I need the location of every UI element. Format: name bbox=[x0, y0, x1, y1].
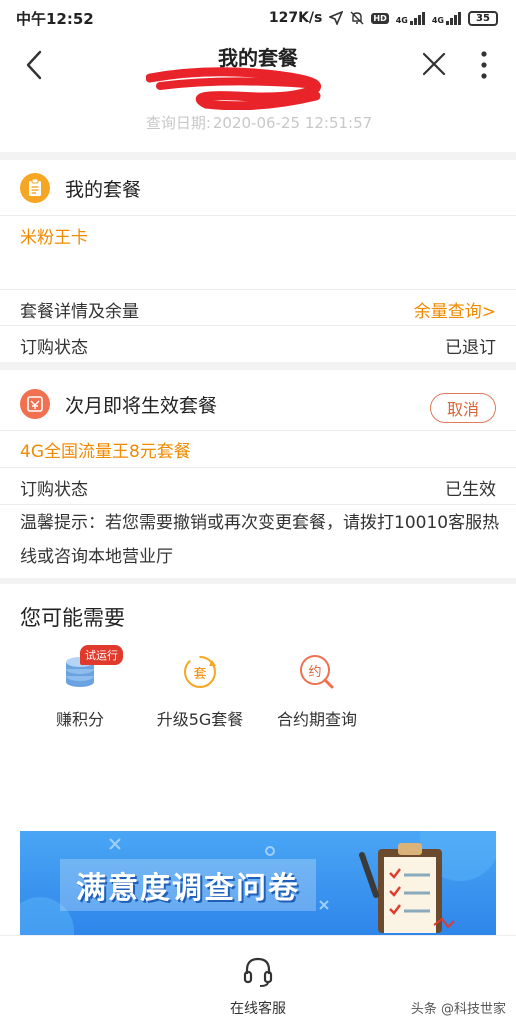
current-plan-name: 米粉王卡 bbox=[20, 228, 88, 248]
cancel-button[interactable]: 取消 bbox=[430, 393, 496, 423]
current-plan-title: 我的套餐 bbox=[65, 178, 142, 201]
signal-1: 4G bbox=[396, 11, 425, 25]
network-type-2: 4G bbox=[431, 16, 444, 25]
status-bar: 中午12:52 127K/s HD 4G 4G 35 bbox=[0, 0, 516, 36]
online-service-button[interactable]: 在线客服 bbox=[208, 956, 308, 1018]
divider bbox=[0, 430, 516, 431]
plan-details-row: 套餐详情及余量 余量查询> bbox=[20, 297, 496, 322]
divider bbox=[0, 325, 516, 326]
hd-icon: HD bbox=[371, 12, 389, 24]
page-header: 我的套餐 查询日期: 2020-06-25 12:51:57 bbox=[0, 36, 516, 152]
signal-2: 4G bbox=[432, 11, 461, 25]
status-time: 中午12:52 bbox=[16, 9, 94, 28]
upgrade-plan-icon: 套 bbox=[180, 652, 220, 692]
divider bbox=[0, 504, 516, 505]
upgrade-plan-glyph: 套 bbox=[193, 667, 207, 682]
warm-tip: 温馨提示：若您需要撤销或再次变更套餐，请拨打10010客服热线或咨询本地营业厅 bbox=[20, 513, 500, 567]
location-icon bbox=[329, 11, 344, 25]
balance-query-link[interactable]: 余量查询> bbox=[414, 297, 496, 322]
current-status-row: 订购状态 已退订 bbox=[20, 333, 496, 358]
current-status-label: 订购状态 bbox=[20, 338, 88, 358]
earn-points-label: 赚积分 bbox=[55, 710, 104, 729]
upgrade-5g-label: 升级5G套餐 bbox=[156, 710, 244, 729]
query-date-value: 2020-06-25 12:51:57 bbox=[212, 114, 373, 132]
current-status-value: 已退订 bbox=[445, 338, 496, 358]
bottom-bar: 在线客服 头条 @科技世家 bbox=[0, 935, 516, 1024]
close-icon[interactable] bbox=[420, 50, 448, 78]
mute-bell-icon bbox=[350, 11, 364, 25]
divider bbox=[0, 467, 516, 468]
online-service-label: 在线客服 bbox=[230, 1001, 286, 1017]
redaction-scribble bbox=[146, 67, 322, 110]
may-need-title: 您可能需要 bbox=[20, 606, 125, 630]
contract-search-icon: 约 bbox=[297, 652, 337, 692]
section-divider bbox=[0, 152, 516, 160]
status-icons: 127K/s HD 4G 4G 35 bbox=[269, 10, 498, 26]
divider bbox=[0, 289, 516, 290]
gift-coupon-icon bbox=[20, 389, 50, 419]
next-status-row: 订购状态 已生效 bbox=[20, 475, 496, 500]
trial-badge: 试运行 bbox=[80, 645, 123, 665]
banner-title: 满意度调查问卷 bbox=[60, 859, 316, 911]
next-status-label: 订购状态 bbox=[20, 480, 88, 500]
next-status-value: 已生效 bbox=[445, 480, 496, 500]
next-plan-title: 次月即将生效套餐 bbox=[65, 394, 218, 417]
current-plan-header: 我的套餐 bbox=[0, 160, 516, 216]
signal-bars-icon bbox=[409, 11, 425, 25]
more-options-icon[interactable] bbox=[476, 50, 492, 80]
query-date-label: 查询日期: bbox=[145, 114, 211, 132]
plan-details-label: 套餐详情及余量 bbox=[20, 302, 139, 322]
contract-glyph: 约 bbox=[308, 665, 322, 680]
contract-query-item[interactable]: 约 合约期查询 bbox=[252, 652, 382, 730]
upgrade-5g-item[interactable]: 套 升级5G套餐 bbox=[135, 652, 265, 730]
divider bbox=[0, 215, 516, 216]
battery-icon: 35 bbox=[468, 10, 498, 26]
clipboard-icon bbox=[359, 843, 455, 933]
network-type-1: 4G bbox=[395, 16, 408, 25]
section-divider bbox=[0, 362, 516, 370]
survey-banner[interactable]: 满意度调查问卷 bbox=[20, 831, 496, 935]
headset-icon bbox=[243, 957, 273, 987]
watermark: 头条 @科技世家 bbox=[410, 1002, 506, 1017]
signal-bars-icon bbox=[446, 11, 461, 25]
contract-query-label: 合约期查询 bbox=[276, 710, 357, 729]
query-date: 查询日期: 2020-06-25 12:51:57 bbox=[0, 112, 516, 133]
section-divider bbox=[0, 578, 516, 584]
next-plan-name: 4G全国流量王8元套餐 bbox=[20, 442, 191, 462]
network-speed: 127K/s bbox=[268, 10, 323, 26]
plan-document-icon bbox=[20, 173, 50, 203]
